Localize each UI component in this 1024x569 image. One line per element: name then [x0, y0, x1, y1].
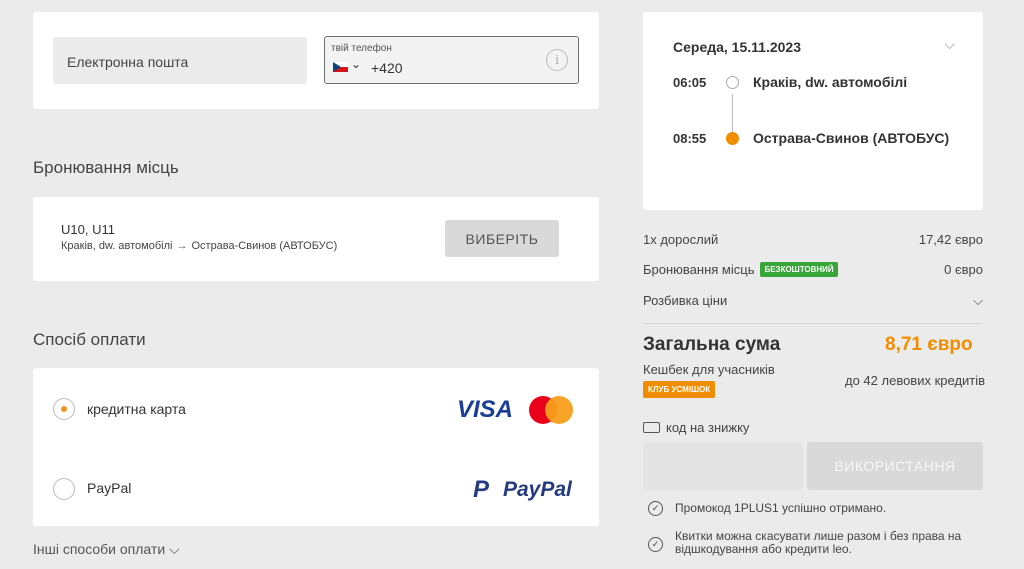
smile-club-badge: КЛУБ УСМІШОК [643, 381, 716, 398]
arrow-right-icon: → [176, 240, 188, 252]
apply-discount-button[interactable]: ВИКОРИСТАННЯ [807, 442, 983, 490]
seat-fee-row: Бронювання місць БЕЗКОШТОВНИЙ 0 євро [643, 262, 983, 277]
payment-card: кредитна карта VISA PayPal P PayPal [33, 368, 599, 526]
mastercard-logo [529, 396, 577, 424]
total-value: 8,71 євро [885, 334, 973, 355]
email-field[interactable]: Електронна пошта [53, 37, 307, 84]
phone-label: твій телефон [331, 43, 392, 54]
other-payment-methods-link[interactable]: Інші способи оплати ⌵ [33, 541, 180, 558]
seat-fee-label: Бронювання місць [643, 262, 755, 277]
credits-text: до 42 левових кредитів [845, 373, 986, 388]
total-label: Загальна сума [643, 334, 781, 355]
route-to: Острава-Свинов (АВТОБУС) [191, 240, 338, 252]
phone-prefix: +420 [371, 60, 403, 76]
adult-row: 1x дорослий 17,42 євро [643, 232, 983, 247]
paypal-icon: P [473, 476, 490, 503]
trip-card: Середа, 15.11.2023 ⌵ 06:05 Краків, dw. а… [643, 12, 983, 210]
discount-label: код на знижку [666, 420, 750, 435]
seat-fee-price: 0 євро [944, 262, 983, 277]
seat-numbers: U10, U11 [61, 222, 115, 237]
arrival-stop: Острава-Свинов (АВТОБУС) [753, 130, 950, 146]
check-circle-icon: ✓ [648, 501, 663, 516]
trip-date: Середа, 15.11.2023 [673, 39, 801, 55]
price-breakdown-toggle[interactable]: Розбивка ціни ⌵ [643, 293, 983, 308]
card-label[interactable]: кредитна карта [87, 401, 186, 417]
departure-dot-icon [726, 76, 739, 89]
check-circle-icon: ✓ [648, 537, 663, 552]
info-icon[interactable]: i [546, 49, 568, 71]
chevron-down-icon[interactable]: ⌵ [973, 293, 983, 309]
czech-flag-icon[interactable] [333, 62, 348, 72]
adult-price: 17,42 євро [918, 232, 983, 247]
choose-seat-button[interactable]: ВИБЕРІТЬ [445, 220, 559, 257]
arrival-dot-icon [726, 132, 739, 145]
chevron-down-icon[interactable]: ⌄ [351, 57, 361, 71]
departure-stop: Краків, dw. автомобілі [753, 74, 908, 90]
breakdown-label: Розбивка ціни [643, 293, 728, 308]
divider [643, 323, 983, 324]
seat-route: Краків, dw. автомобілі → Острава-Свинов (А… [61, 240, 337, 252]
paypal-logo: PayPal [503, 478, 572, 501]
seat-card: U10, U11 Краків, dw. автомобілі → Острава-… [33, 197, 599, 281]
departure-time: 06:05 [673, 75, 707, 90]
seat-booking-title: Бронювання місць [33, 158, 179, 177]
promo-note-text: Промокод 1PLUS1 успішно отримано. [675, 501, 887, 515]
route-from: Краків, dw. автомобілі [61, 240, 173, 252]
paypal-radio[interactable] [53, 478, 75, 500]
paypal-label[interactable]: PayPal [87, 480, 131, 496]
cashback-label: Кешбек для учасників [643, 362, 775, 377]
payment-title: Спосіб оплати [33, 330, 146, 349]
discount-code-input[interactable] [643, 442, 803, 490]
arrival-time: 08:55 [673, 131, 707, 146]
free-badge: БЕЗКОШТОВНИЙ [760, 262, 838, 277]
discount-code-toggle[interactable]: код на знижку [643, 420, 749, 435]
visa-logo: VISA [457, 396, 514, 423]
phone-field[interactable]: твій телефон ⌄ +420 i [324, 36, 579, 84]
cancel-note-text: Квитки можна скасувати лише разом і без … [675, 529, 962, 556]
ticket-icon [643, 422, 660, 433]
adult-label: 1x дорослий [643, 232, 719, 247]
chevron-down-icon[interactable]: ⌵ [944, 36, 955, 53]
contact-card: Електронна пошта твій телефон ⌄ +420 i [33, 12, 599, 109]
card-radio[interactable] [53, 398, 75, 420]
